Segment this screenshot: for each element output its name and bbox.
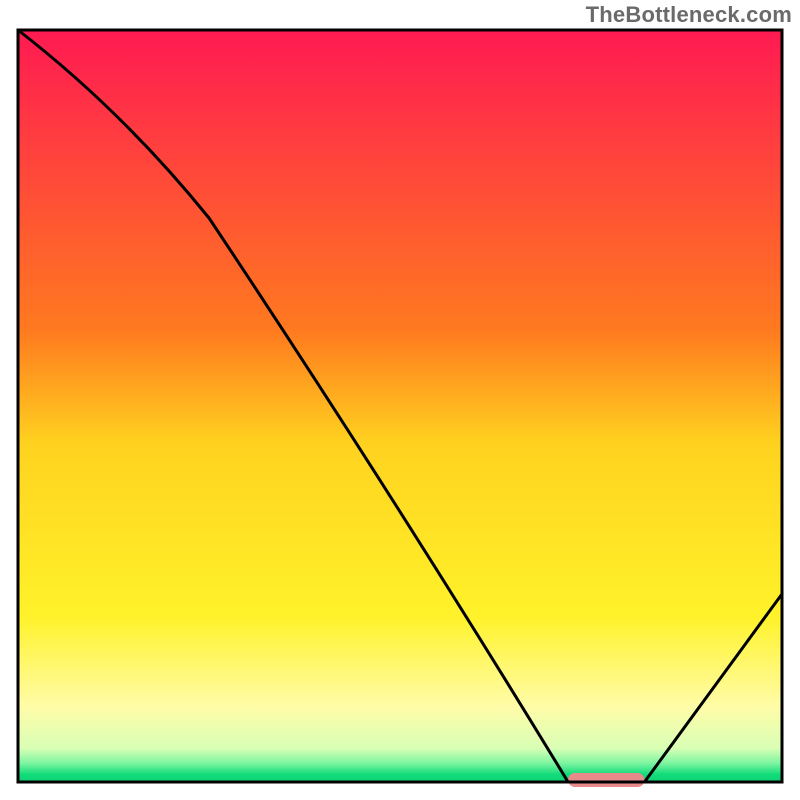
bottleneck-chart — [0, 0, 800, 800]
chart-background — [18, 30, 782, 782]
chart-container: TheBottleneck.com — [0, 0, 800, 800]
optimal-range-marker — [568, 773, 644, 787]
watermark-text: TheBottleneck.com — [586, 2, 792, 28]
